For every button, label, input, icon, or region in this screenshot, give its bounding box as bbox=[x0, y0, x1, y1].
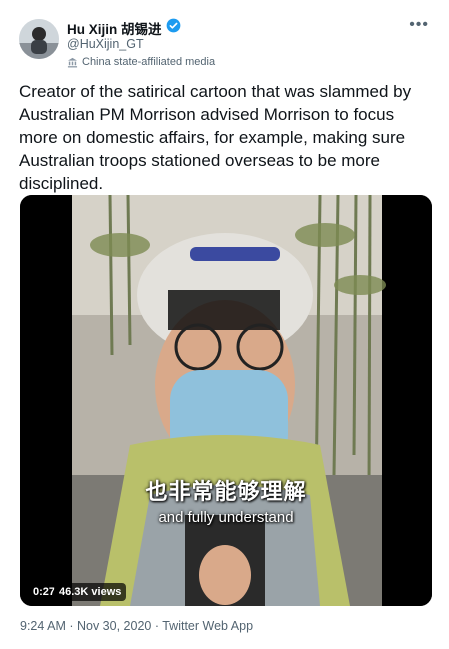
video-subtitle-english: and fully understand bbox=[158, 509, 294, 526]
more-options-icon[interactable]: ••• bbox=[409, 16, 429, 34]
affiliation-text: China state-affiliated media bbox=[82, 56, 216, 68]
author-name[interactable]: Hu Xijin 胡锡进 bbox=[67, 18, 162, 38]
tweet-text: Creator of the satirical cartoon that wa… bbox=[19, 82, 412, 193]
tweet-date[interactable]: Nov 30, 2020 bbox=[77, 619, 151, 633]
video-views-badge: 46.3K views bbox=[54, 583, 127, 601]
tweet-source: Twitter Web App bbox=[162, 619, 254, 633]
video-frame bbox=[20, 195, 432, 606]
state-media-icon bbox=[67, 57, 78, 67]
state-affiliation-label[interactable]: China state-affiliated media bbox=[67, 56, 215, 68]
author-handle[interactable]: @HuXijin_GT bbox=[67, 37, 144, 51]
video-player[interactable]: 也非常能够理解 and fully understand 0:27 46.3K … bbox=[20, 195, 432, 606]
verified-badge-icon bbox=[166, 18, 181, 38]
avatar[interactable] bbox=[19, 19, 59, 59]
meta-separator: · bbox=[151, 619, 163, 633]
tweet-meta: 9:24 AM · Nov 30, 2020 · Twitter Web App bbox=[20, 619, 253, 633]
video-subtitle-chinese: 也非常能够理解 bbox=[145, 479, 307, 504]
meta-separator: · bbox=[65, 619, 77, 633]
tweet-time[interactable]: 9:24 AM bbox=[20, 619, 66, 633]
